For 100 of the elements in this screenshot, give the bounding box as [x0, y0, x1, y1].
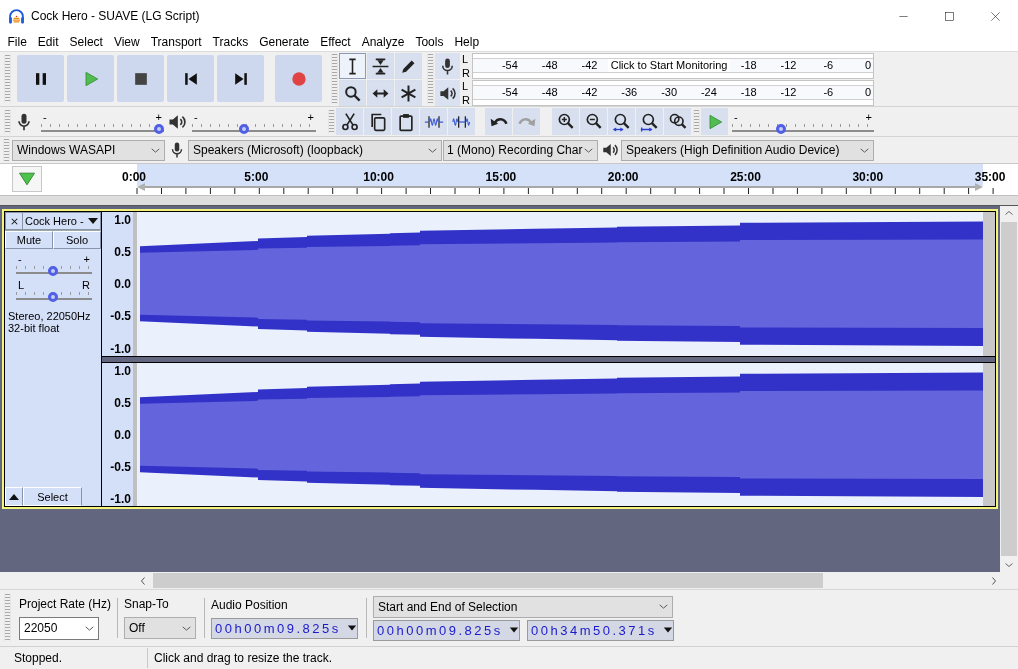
undo-button[interactable] [485, 108, 512, 135]
dropdown[interactable]: 1 (Mono) Recording Char [443, 139, 598, 161]
menu-item[interactable]: Generate [253, 33, 315, 50]
time-field[interactable]: 00h00m09.825s [373, 619, 520, 641]
track-toggle-button[interactable]: Mute [5, 231, 53, 249]
draw-tool-button[interactable] [395, 53, 422, 79]
grip-handle[interactable] [331, 54, 338, 104]
track-toggle-button[interactable]: Solo [53, 231, 101, 249]
skip-to-end-button[interactable] [217, 55, 264, 102]
menu-item[interactable]: File [2, 33, 33, 50]
slider-track[interactable] [16, 264, 92, 274]
multi-tool-button[interactable] [395, 80, 422, 106]
zoom-toggle-button[interactable] [664, 108, 691, 135]
time-field[interactable]: 00h00m09.825s [211, 617, 358, 639]
channel-label: R [462, 94, 471, 106]
menu-item[interactable]: Edit [32, 33, 65, 50]
menu-item[interactable]: Analyze [356, 33, 410, 50]
select-track-button[interactable]: Select [23, 487, 82, 506]
slider-thumb[interactable] [238, 123, 249, 134]
speaker-icon [601, 141, 619, 159]
grip-handle[interactable] [4, 55, 11, 103]
menu-item[interactable]: Tracks [207, 33, 254, 50]
skip-to-start-button[interactable] [167, 55, 214, 102]
trim-button[interactable] [420, 108, 447, 135]
dropdown[interactable]: Speakers (Microsoft) (loopback) [188, 139, 442, 161]
dropdown[interactable]: Off [124, 617, 196, 639]
paste-button[interactable] [392, 108, 419, 135]
dropdown[interactable]: Windows WASAPI [12, 139, 165, 161]
slider-track[interactable] [16, 290, 92, 300]
time-label: 0:00 [122, 171, 146, 184]
channel-separator-bar[interactable] [102, 355, 995, 363]
menu-item[interactable]: Help [448, 33, 485, 50]
amplitude-label: 0.5 [114, 245, 131, 260]
slider-min-label: L [18, 280, 25, 290]
audio-track[interactable]: Cock Hero - Mute Solo - + L R Stereo, 22050Hz 32-bit float Select 1.0 0.5 0.0 -0.5 -1.0 1.0 0.5 0.0 -0.5 -1.0 [2, 209, 998, 509]
meter-scale-label: -42 [581, 86, 598, 99]
stop-button[interactable] [117, 55, 164, 102]
project-rate-label: Project Rate (Hz) [19, 596, 109, 611]
maximize-icon [943, 10, 955, 22]
amplitude-label: -1.0 [110, 492, 131, 506]
time-label: 10:00 [363, 171, 394, 184]
dropdown[interactable]: Speakers (High Definition Audio Device) [621, 139, 874, 161]
grip-handle[interactable] [328, 109, 335, 134]
menu-item[interactable]: Tools [409, 33, 449, 50]
close-icon [989, 10, 1001, 22]
meter-scale-label: -48 [541, 59, 558, 72]
recording-meter-button[interactable] [435, 53, 460, 79]
project-rate-field[interactable]: 22050 [19, 616, 99, 640]
vertical-scrollbar[interactable] [1000, 206, 1018, 572]
record-button[interactable] [275, 55, 322, 102]
slider-min-label: - [18, 254, 22, 264]
selection-tool-button[interactable] [339, 53, 366, 79]
menu-item[interactable]: Effect [314, 33, 357, 50]
fit-selection-button[interactable] [608, 108, 635, 135]
grip-handle[interactable] [4, 109, 11, 134]
audio-position-label: Audio Position [211, 597, 289, 612]
copy-button[interactable] [364, 108, 391, 135]
arrows-to-line-icon [371, 56, 390, 76]
grip-handle[interactable] [427, 54, 434, 104]
play-head-button[interactable] [12, 166, 42, 192]
status-hint: Click and drag to resize the track. [153, 651, 333, 665]
time-shift-tool-button[interactable] [367, 80, 394, 106]
asterisk-icon [399, 83, 418, 103]
dropdown-triangle-icon [347, 623, 357, 633]
monitoring-prompt[interactable]: Click to Start Monitoring [607, 59, 731, 72]
zoom-fit-selection-icon [611, 111, 632, 132]
cut-button[interactable] [336, 108, 363, 135]
time-label: 5:00 [244, 171, 269, 184]
slider-thumb[interactable] [154, 123, 164, 134]
dropdown-triangle-icon [509, 625, 519, 635]
meter-scale-label: -18 [740, 59, 757, 72]
time-label: 30:00 [852, 171, 884, 184]
pause-button[interactable] [17, 55, 64, 102]
zoom-tool-button[interactable] [339, 80, 366, 106]
slider-thumb[interactable] [48, 266, 59, 276]
play-at-speed-button[interactable] [701, 108, 728, 135]
envelope-tool-button[interactable] [367, 53, 394, 79]
playback-meter-button[interactable] [435, 80, 460, 106]
slider-max-label: R [82, 280, 90, 290]
zoom-in-button[interactable] [552, 108, 579, 135]
fit-project-button[interactable] [636, 108, 663, 135]
track-name-menu[interactable]: Cock Hero - [23, 212, 101, 230]
menu-item[interactable]: View [108, 33, 146, 50]
grip-handle[interactable] [4, 594, 11, 642]
level-meter[interactable]: -54 -48 -42 -36 -30 -24 -18 -12 -6 0 [472, 80, 874, 106]
grip-handle[interactable] [693, 109, 700, 134]
grip-handle[interactable] [3, 139, 10, 161]
dropdown[interactable]: Start and End of Selection [373, 595, 673, 618]
slider-thumb[interactable] [48, 292, 59, 302]
slider-thumb[interactable] [775, 123, 786, 134]
zoom-out-button[interactable] [580, 108, 607, 135]
meter-scale-label: -6 [823, 86, 834, 99]
status-text: Stopped. [0, 648, 148, 668]
menu-item[interactable]: Select [64, 33, 109, 50]
level-meter[interactable]: -54 -48 -42 Click to Start Monitoring -18 -12 -6 0 [472, 53, 874, 79]
collapse-button[interactable] [5, 487, 23, 506]
time-field[interactable]: 00h34m50.371s [527, 619, 674, 641]
silence-button[interactable] [448, 108, 475, 135]
menu-item[interactable]: Transport [145, 33, 208, 50]
meter-scale-label: -12 [780, 59, 797, 72]
